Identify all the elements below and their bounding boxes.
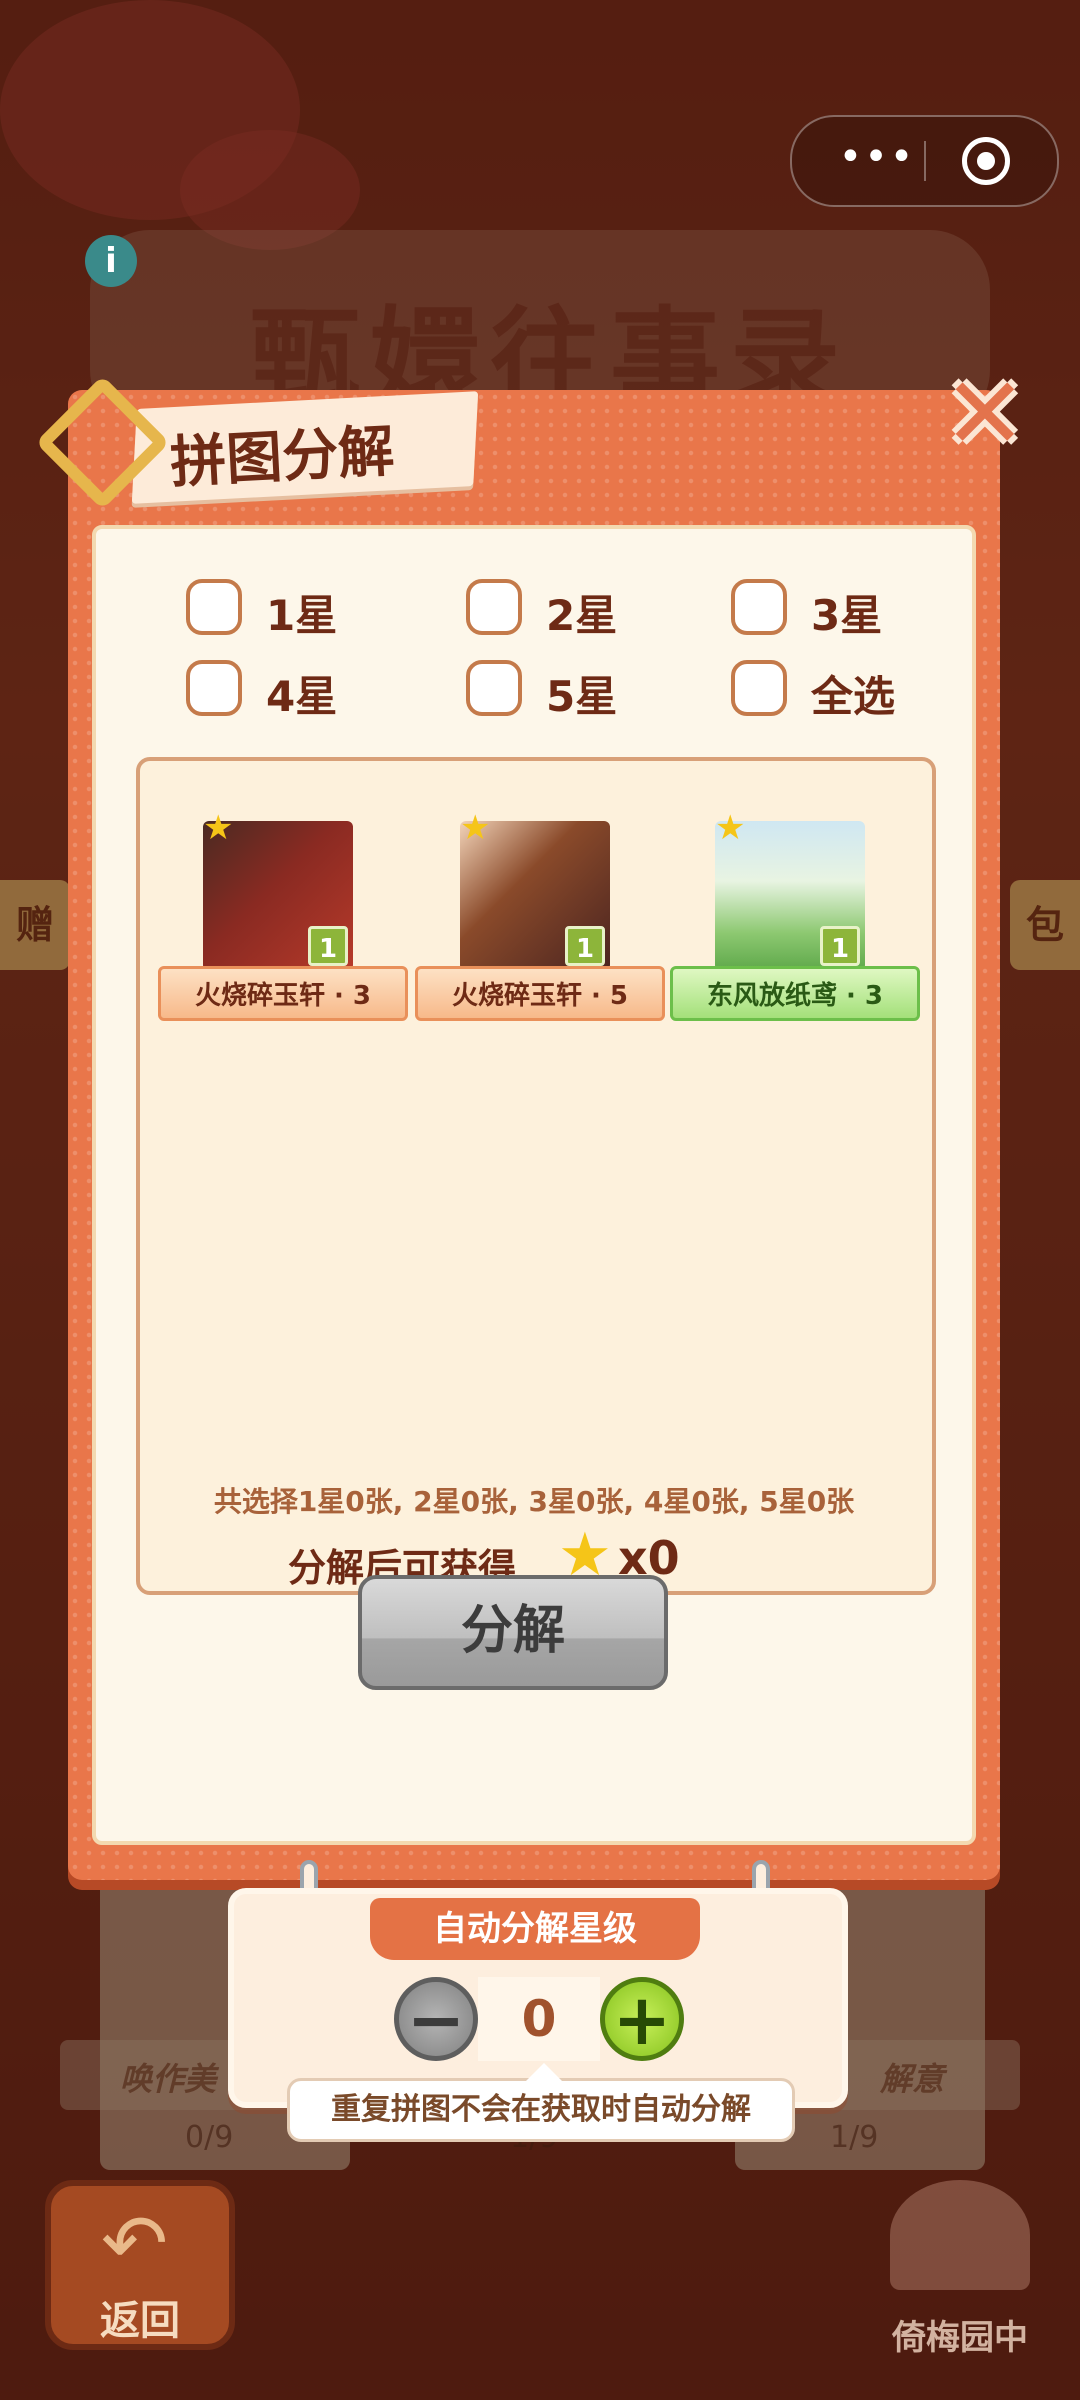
checkbox[interactable] (186, 579, 242, 635)
filter-label: 3星 (811, 591, 883, 640)
close-button[interactable]: ✕ (943, 364, 1027, 464)
piece-count: 1 (820, 926, 860, 966)
puzzle-piece[interactable]: ★ 1 火烧碎玉轩 · 3 (158, 811, 408, 1041)
piece-name: 东风放纸鸢 · 3 (670, 966, 920, 1021)
checkbox[interactable] (731, 579, 787, 635)
piece-count: 1 (565, 926, 605, 966)
filter-label: 1星 (266, 591, 338, 640)
piece-count: 1 (308, 926, 348, 966)
dialog-title-banner: 拼图分解 (25, 375, 479, 510)
pavilion-icon (890, 2180, 1030, 2290)
minus-button[interactable]: − (394, 1977, 478, 2061)
miniprogram-capsule: ••• (790, 115, 1059, 207)
plus-button[interactable]: + (600, 1977, 684, 2061)
info-icon[interactable]: i (85, 235, 137, 287)
checkbox[interactable] (186, 660, 242, 716)
decompose-dialog: 1星 2星 3星 4星 5星 全选 ★ 1 火烧碎玉轩 · 3 ★ 1 火烧碎玉… (68, 390, 1000, 1880)
target-icon[interactable] (962, 137, 1010, 185)
star-icon: ★ (715, 808, 746, 848)
back-button[interactable]: ↶ 返回 (45, 2180, 235, 2350)
auto-level-value: 0 (478, 1977, 600, 2061)
back-label: 返回 (100, 2298, 180, 2344)
auto-decompose-note: 重复拼图不会在获取时自动分解 (287, 2063, 795, 2142)
close-icon: ✕ (943, 355, 1027, 472)
piece-name: 火烧碎玉轩 · 5 (415, 966, 665, 1021)
star-icon: ★ (203, 808, 234, 848)
checkbox[interactable] (466, 579, 522, 635)
filter-row: 4星 5星 全选 (96, 655, 972, 725)
dialog-title: 拼图分解 (168, 419, 396, 496)
filter-label: 全选 (811, 672, 896, 721)
piece-name: 火烧碎玉轩 · 3 (158, 966, 408, 1021)
star-icon: ★ (460, 808, 491, 848)
pieces-grid: ★ 1 火烧碎玉轩 · 3 ★ 1 火烧碎玉轩 · 5 ★ 1 东风放纸鸢 · … (136, 757, 936, 1595)
checkbox[interactable] (466, 660, 522, 716)
decompose-button[interactable]: 分解 (358, 1575, 668, 1690)
capsule-divider (924, 141, 926, 181)
puzzle-piece[interactable]: ★ 1 东风放纸鸢 · 3 (670, 811, 920, 1041)
puzzle-piece[interactable]: ★ 1 火烧碎玉轩 · 5 (415, 811, 665, 1041)
filter-label: 5星 (546, 672, 618, 721)
more-icon[interactable]: ••• (832, 137, 922, 185)
filter-label: 4星 (266, 672, 338, 721)
filter-label: 2星 (546, 591, 618, 640)
garden-button[interactable]: 倚梅园中 (860, 2180, 1060, 2370)
selection-summary: 共选择1星0张, 2星0张, 3星0张, 4星0张, 5星0张 (213, 1485, 855, 1518)
filter-row: 1星 2星 3星 (96, 574, 972, 644)
auto-decompose-title: 自动分解星级 (370, 1898, 700, 1960)
garden-label: 倚梅园中 (892, 2318, 1028, 2358)
checkbox[interactable] (731, 660, 787, 716)
back-arrow-icon: ↶ (101, 2197, 169, 2290)
